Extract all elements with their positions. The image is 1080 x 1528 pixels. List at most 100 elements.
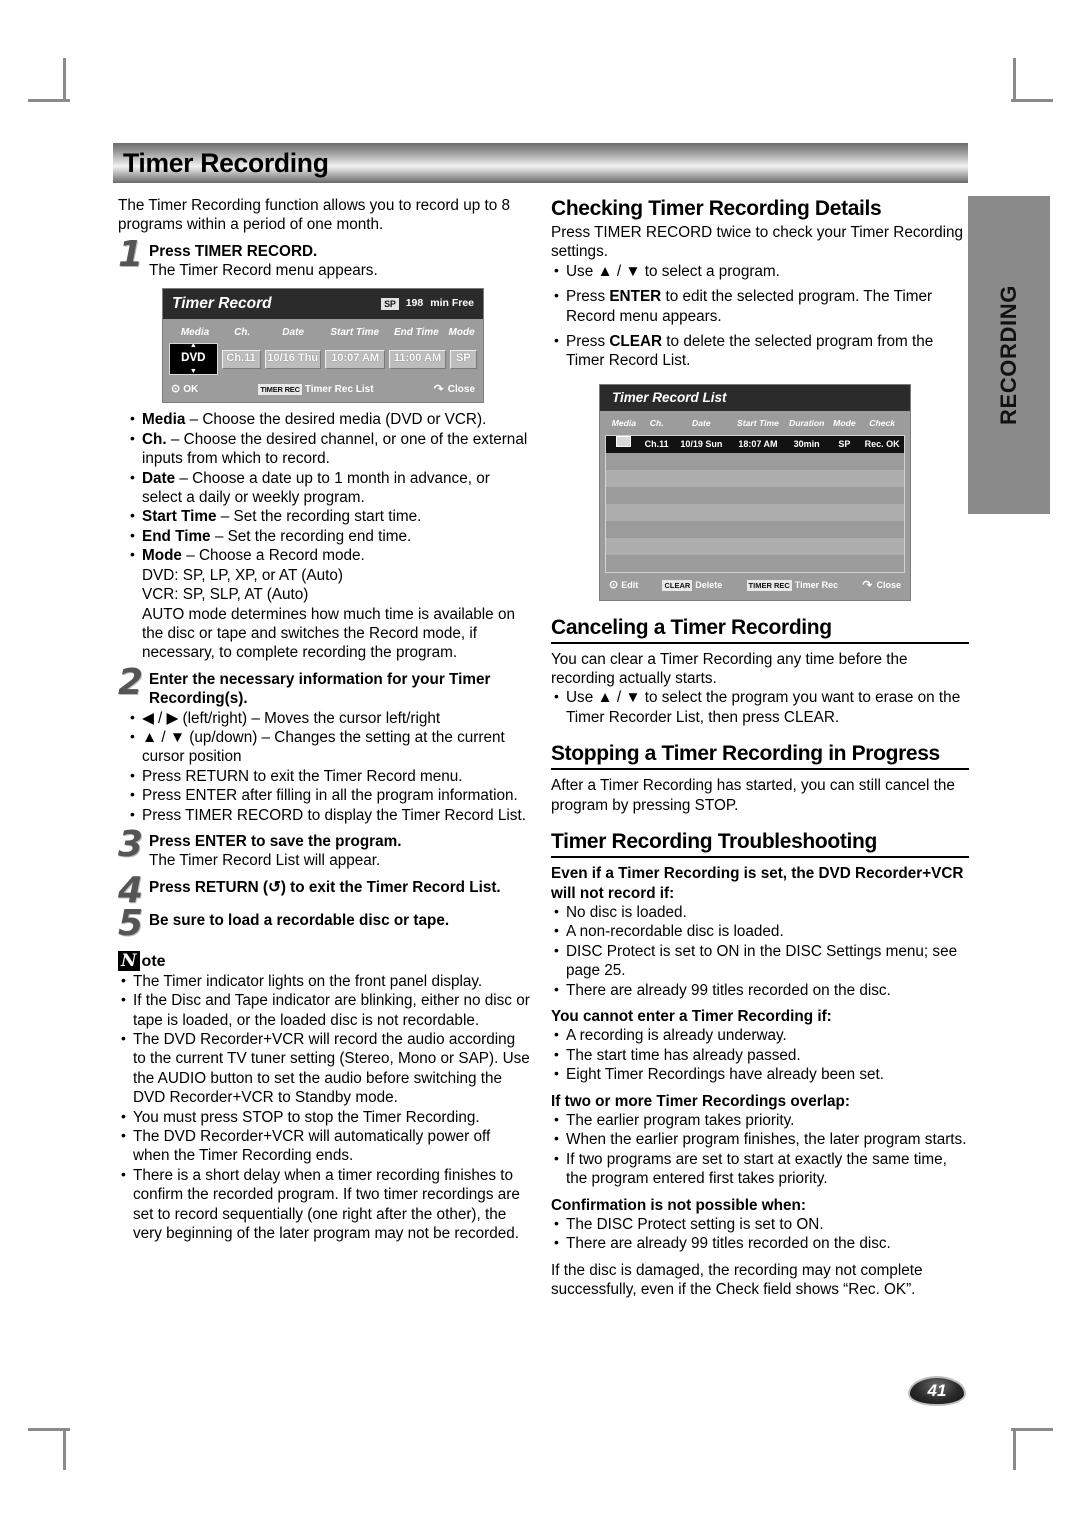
list-item: You must press STOP to stop the Timer Re… xyxy=(118,1107,530,1127)
row-duration: 30min xyxy=(793,439,820,450)
osd-footer-timer-rec-list[interactable]: Timer Rec List xyxy=(305,380,374,399)
osd-list-edit-action[interactable]: ⊙ Edit xyxy=(609,576,638,595)
crop-mark-bottom-right-horizontal xyxy=(1011,1428,1053,1431)
osd-timer-record-fields: ▲ DVD ▼ Ch.11 10/16 Thu 10:07 AM 11:00 A… xyxy=(163,342,483,378)
osd-list-delete-action[interactable]: CLEAR Delete xyxy=(662,576,722,595)
return-icon: ↷ xyxy=(862,578,873,593)
list-item: A non-recordable disc is loaded. xyxy=(551,921,969,941)
list-item: ▲ / ▼ (up/down) – Changes the setting at… xyxy=(127,727,530,767)
osd-list-col-ch: Ch. xyxy=(649,417,664,428)
osd-field-date[interactable]: 10/16 Thu xyxy=(264,349,321,369)
osd-timer-record-footer: ⊙ OK TIMER REC Timer Rec List ↷ Close xyxy=(163,378,483,402)
crop-mark-top-right-vertical xyxy=(1013,58,1016,100)
osd-col-media: Media xyxy=(180,326,210,338)
osd-free-label: min Free xyxy=(430,296,474,309)
step-3: 3 Press ENTER to save the program. The T… xyxy=(118,826,530,871)
table-row[interactable]: Ch.11 10/19 Sun 18:07 AM 30min SP Rec. O… xyxy=(606,436,904,454)
enter-button-icon: ⊙ xyxy=(609,579,619,592)
crop-mark-top-right-horizontal xyxy=(1011,99,1053,102)
troubleshooting-group3-bullets: The earlier program takes priority. When… xyxy=(551,1110,969,1189)
list-item: Press ENTER after filling in all the pro… xyxy=(127,785,530,805)
table-row-empty[interactable] xyxy=(606,487,904,505)
list-item: Press ENTER to edit the selected program… xyxy=(551,286,969,326)
return-icon: ↷ xyxy=(433,382,444,397)
table-row-empty[interactable] xyxy=(606,504,904,522)
crop-mark-top-left-vertical xyxy=(63,58,66,100)
page-number: 41 xyxy=(927,1381,947,1400)
row-date: 10/19 Sun xyxy=(680,439,723,450)
list-item: There are already 99 titles recorded on … xyxy=(551,980,969,1000)
table-row-empty[interactable] xyxy=(606,555,904,573)
mode-detail-dvd: DVD: SP, LP, XP, or AT (Auto) xyxy=(142,566,343,584)
list-item: The DISC Protect setting is set to ON. xyxy=(551,1214,969,1234)
step-1-body: The Timer Record menu appears. xyxy=(149,262,378,280)
section-side-tab: RECORDING xyxy=(968,196,1050,514)
mode-detail-auto: AUTO mode determines how much time is av… xyxy=(142,605,515,662)
table-row-empty[interactable] xyxy=(606,521,904,539)
row-mode: SP xyxy=(838,439,851,450)
list-item: There are already 99 titles recorded on … xyxy=(551,1233,969,1253)
step-3-number: 3 xyxy=(118,823,144,865)
page-number-badge: 41 xyxy=(908,1376,966,1406)
checking-intro: Press TIMER RECORD twice to check your T… xyxy=(551,224,963,261)
osd-col-end-time: End Time xyxy=(393,326,439,338)
crop-mark-bottom-left-vertical xyxy=(63,1428,66,1470)
osd-field-media[interactable]: ▲ DVD ▼ xyxy=(169,342,218,376)
step-3-title: Press ENTER to save the program. xyxy=(149,832,402,850)
osd-footer-ok[interactable]: OK xyxy=(183,380,198,399)
list-item: No disc is loaded. xyxy=(551,902,969,922)
osd-footer-close[interactable]: Close xyxy=(448,380,475,399)
osd-field-ch[interactable]: Ch.11 xyxy=(221,349,261,369)
list-item: Press CLEAR to delete the selected progr… xyxy=(551,331,969,371)
osd-field-start-time[interactable]: 10:07 AM xyxy=(324,349,386,369)
osd-col-ch: Ch. xyxy=(234,326,251,338)
list-item: If two programs are set to start at exac… xyxy=(551,1149,969,1189)
osd-list-footer: ⊙ Edit CLEAR Delete TIMER REC Timer Rec … xyxy=(600,573,910,599)
osd-list-title: Timer Record List xyxy=(612,390,727,406)
osd-field-media-value: DVD xyxy=(181,352,206,365)
mode-detail-vcr: VCR: SP, SLP, AT (Auto) xyxy=(142,586,309,604)
page-title: Timer Recording xyxy=(123,147,329,178)
table-row-empty[interactable] xyxy=(606,453,904,471)
table-row-empty[interactable] xyxy=(606,538,904,556)
osd-list-column-headers: Media Ch. Date Start Time Duration Mode … xyxy=(600,411,910,435)
list-item: When the earlier program finishes, the l… xyxy=(551,1129,969,1149)
list-item: Ch. – Choose the desired channel, or one… xyxy=(127,429,530,469)
list-item: The DVD Recorder+VCR will record the aud… xyxy=(118,1029,530,1108)
list-item: Use ▲ / ▼ to select the program you want… xyxy=(551,687,969,727)
osd-col-date: Date xyxy=(282,326,304,338)
list-item: Use ▲ / ▼ to select a program. xyxy=(551,261,969,281)
heading-stopping: Stopping a Timer Recording in Progress xyxy=(551,741,969,771)
step-2-bullets: ◀ / ▶ (left/right) – Moves the cursor le… xyxy=(118,708,530,825)
list-item: The start time has already passed. xyxy=(551,1045,969,1065)
row-check: Rec. OK xyxy=(864,439,900,450)
osd-list-timer-rec-action[interactable]: TIMER REC Timer Rec xyxy=(746,576,838,595)
checking-bullets: Use ▲ / ▼ to select a program. Press ENT… xyxy=(551,261,969,371)
table-row-empty[interactable] xyxy=(606,470,904,488)
osd-timer-record-title: Timer Record xyxy=(172,294,272,312)
step-1-number: 1 xyxy=(118,233,144,275)
osd-col-start-time: Start Time xyxy=(330,326,380,338)
troubleshooting-group3-title: If two or more Timer Recordings overlap: xyxy=(551,1092,850,1110)
osd-mode-chip: SP xyxy=(381,297,399,310)
list-item: Media – Choose the desired media (DVD or… xyxy=(127,409,530,429)
osd-free-value: 198 xyxy=(405,296,424,309)
troubleshooting-group4-title: Confirmation is not possible when: xyxy=(551,1196,806,1214)
osd-list-col-check: Check xyxy=(869,417,896,428)
note-heading: N ote xyxy=(118,950,530,971)
canceling-bullets: Use ▲ / ▼ to select the program you want… xyxy=(551,687,969,727)
osd-list-close-action[interactable]: ↷ Close xyxy=(862,576,901,595)
heading-canceling: Canceling a Timer Recording xyxy=(551,615,969,644)
step-2-title: Enter the necessary information for your… xyxy=(149,670,491,708)
list-item: Mode – Choose a Record mode. DVD: SP, LP… xyxy=(127,545,530,662)
list-item: The earlier program takes priority. xyxy=(551,1110,969,1130)
clear-button-chip: CLEAR xyxy=(662,580,693,592)
osd-field-mode[interactable]: SP xyxy=(449,349,477,369)
osd-field-end-time[interactable]: 11:00 AM xyxy=(389,349,446,369)
down-arrow-icon: ▼ xyxy=(189,367,197,375)
osd-list-col-media: Media xyxy=(611,417,637,428)
troubleshooting-closing: If the disc is damaged, the recording ma… xyxy=(551,1261,923,1299)
step-2: 2 Enter the necessary information for yo… xyxy=(118,664,530,709)
step-5-title: Be sure to load a recordable disc or tap… xyxy=(149,911,450,929)
list-item: The Timer indicator lights on the front … xyxy=(118,971,530,991)
